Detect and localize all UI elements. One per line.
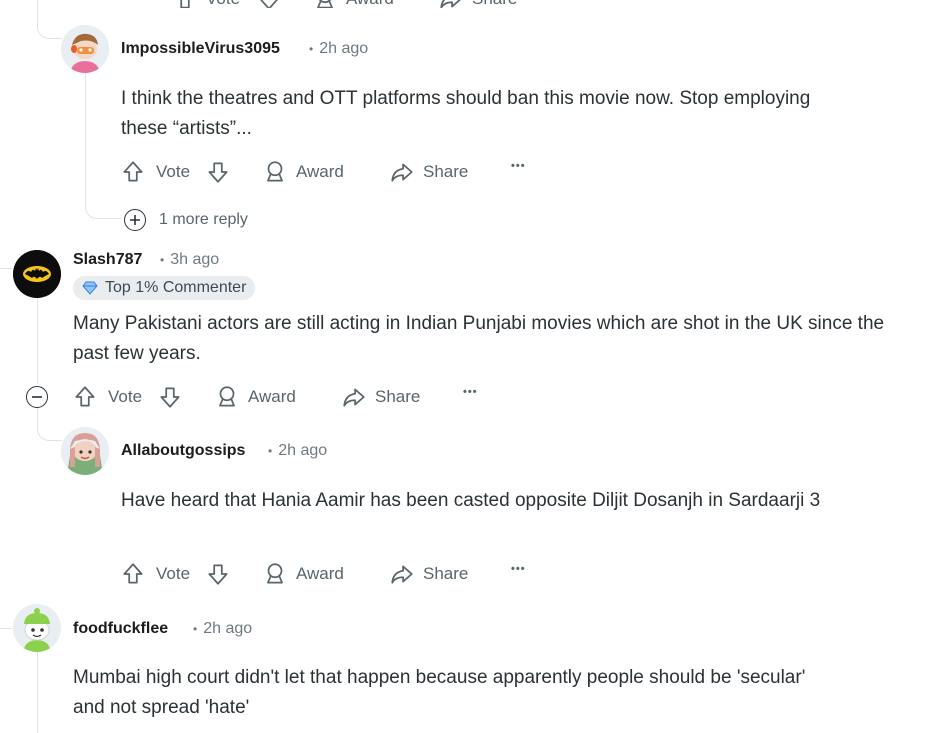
diamond-icon: [82, 281, 98, 295]
more-options-button[interactable]: •••: [511, 160, 526, 172]
timestamp: • 2h ago: [268, 442, 328, 459]
share-label: Share: [375, 387, 421, 406]
share-icon: [389, 561, 415, 587]
arrow-up-icon: [72, 384, 98, 410]
snoo-avatar-icon: [13, 604, 61, 652]
downvote-button[interactable]: [256, 0, 282, 8]
expand-replies-button[interactable]: [124, 209, 146, 231]
award-button[interactable]: Award: [262, 159, 344, 185]
share-button[interactable]: Share: [389, 561, 468, 587]
thread-line-reply: [85, 72, 86, 204]
arrow-up-icon: [172, 0, 198, 8]
share-button[interactable]: Share: [389, 159, 468, 185]
more-options-button[interactable]: •••: [511, 563, 526, 575]
timestamp-text: 2h ago: [319, 40, 369, 57]
minus-circle-icon: [32, 396, 42, 398]
upvote-button[interactable]: Vote: [120, 561, 190, 587]
thread-connector: [37, 420, 62, 441]
award-label: Award: [346, 0, 394, 8]
vote-label: Vote: [206, 0, 240, 8]
share-label: Share: [472, 0, 517, 8]
award-label: Award: [296, 162, 344, 181]
award-icon: [262, 561, 288, 587]
share-icon: [389, 159, 415, 185]
upvote-button[interactable]: Vote: [120, 159, 190, 185]
award-label: Award: [296, 564, 344, 583]
thread-line-slash: [37, 298, 38, 384]
downvote-button[interactable]: [205, 561, 231, 587]
arrow-up-icon: [120, 561, 146, 587]
thread-connector: [0, 628, 12, 629]
badge-label: Top 1% Commenter: [105, 279, 247, 296]
award-button[interactable]: Award: [214, 384, 296, 410]
username[interactable]: Slash787: [73, 251, 142, 269]
username[interactable]: foodfuckflee: [73, 620, 168, 638]
share-icon: [341, 384, 367, 410]
upvote-button[interactable]: Vote: [72, 384, 142, 410]
top-partial-action-bar: Vote Award Share: [0, 0, 925, 8]
thread-connector: [0, 268, 12, 269]
share-icon: [438, 0, 464, 8]
downvote-button[interactable]: [205, 159, 231, 185]
username[interactable]: Allaboutgossips: [121, 442, 245, 460]
award-icon: [262, 159, 288, 185]
more-replies-link[interactable]: 1 more reply: [159, 211, 248, 229]
avatar[interactable]: [61, 25, 109, 73]
avatar[interactable]: [13, 250, 61, 298]
vote-label: Vote: [156, 564, 191, 583]
timestamp: • 2h ago: [193, 620, 253, 637]
vote-label: Vote: [108, 387, 143, 406]
arrow-up-icon: [120, 159, 146, 185]
thread-line-food: [37, 650, 38, 733]
collapse-thread-button[interactable]: [26, 386, 48, 408]
share-button[interactable]: Share: [438, 0, 517, 8]
arrow-down-icon: [256, 0, 282, 8]
share-button[interactable]: Share: [341, 384, 420, 410]
snoo-avatar-icon: [61, 25, 109, 73]
username[interactable]: ImpossibleVirus3095: [121, 40, 280, 58]
arrow-down-icon: [205, 561, 231, 587]
award-icon: [214, 384, 240, 410]
batman-avatar-icon: [13, 250, 61, 298]
vote-label: Vote: [156, 162, 191, 181]
timestamp-text: 3h ago: [170, 251, 220, 268]
upvote-button[interactable]: Vote: [172, 0, 240, 8]
status-badge: Top 1% Commenter: [73, 276, 256, 300]
arrow-down-icon: [157, 384, 183, 410]
award-button[interactable]: Award: [312, 0, 394, 8]
thread-connector: [37, 18, 62, 39]
thread-connector: [85, 196, 122, 219]
comment-body: I think the theatres and OTT platforms s…: [121, 88, 811, 139]
award-button[interactable]: Award: [262, 561, 344, 587]
award-icon: [312, 0, 338, 8]
comment-body: Many Pakistani actors are still acting i…: [73, 313, 885, 364]
arrow-down-icon: [205, 159, 231, 185]
award-label: Award: [248, 387, 296, 406]
downvote-button[interactable]: [157, 384, 183, 410]
avatar[interactable]: [13, 604, 61, 652]
timestamp: • 3h ago: [160, 251, 220, 268]
comment-body: Mumbai high court didn't let that happen…: [73, 667, 806, 718]
avatar[interactable]: [61, 427, 109, 475]
timestamp-text: 2h ago: [278, 442, 328, 459]
timestamp-text: 2h ago: [203, 620, 253, 637]
comment-body: Have heard that Hania Aamir has been cas…: [121, 490, 821, 511]
snoo-avatar-icon: [61, 427, 109, 475]
plus-circle-icon: [130, 215, 140, 225]
share-label: Share: [423, 564, 469, 583]
timestamp: • 2h ago: [309, 40, 369, 57]
more-options-button[interactable]: •••: [463, 386, 478, 398]
share-label: Share: [423, 162, 469, 181]
